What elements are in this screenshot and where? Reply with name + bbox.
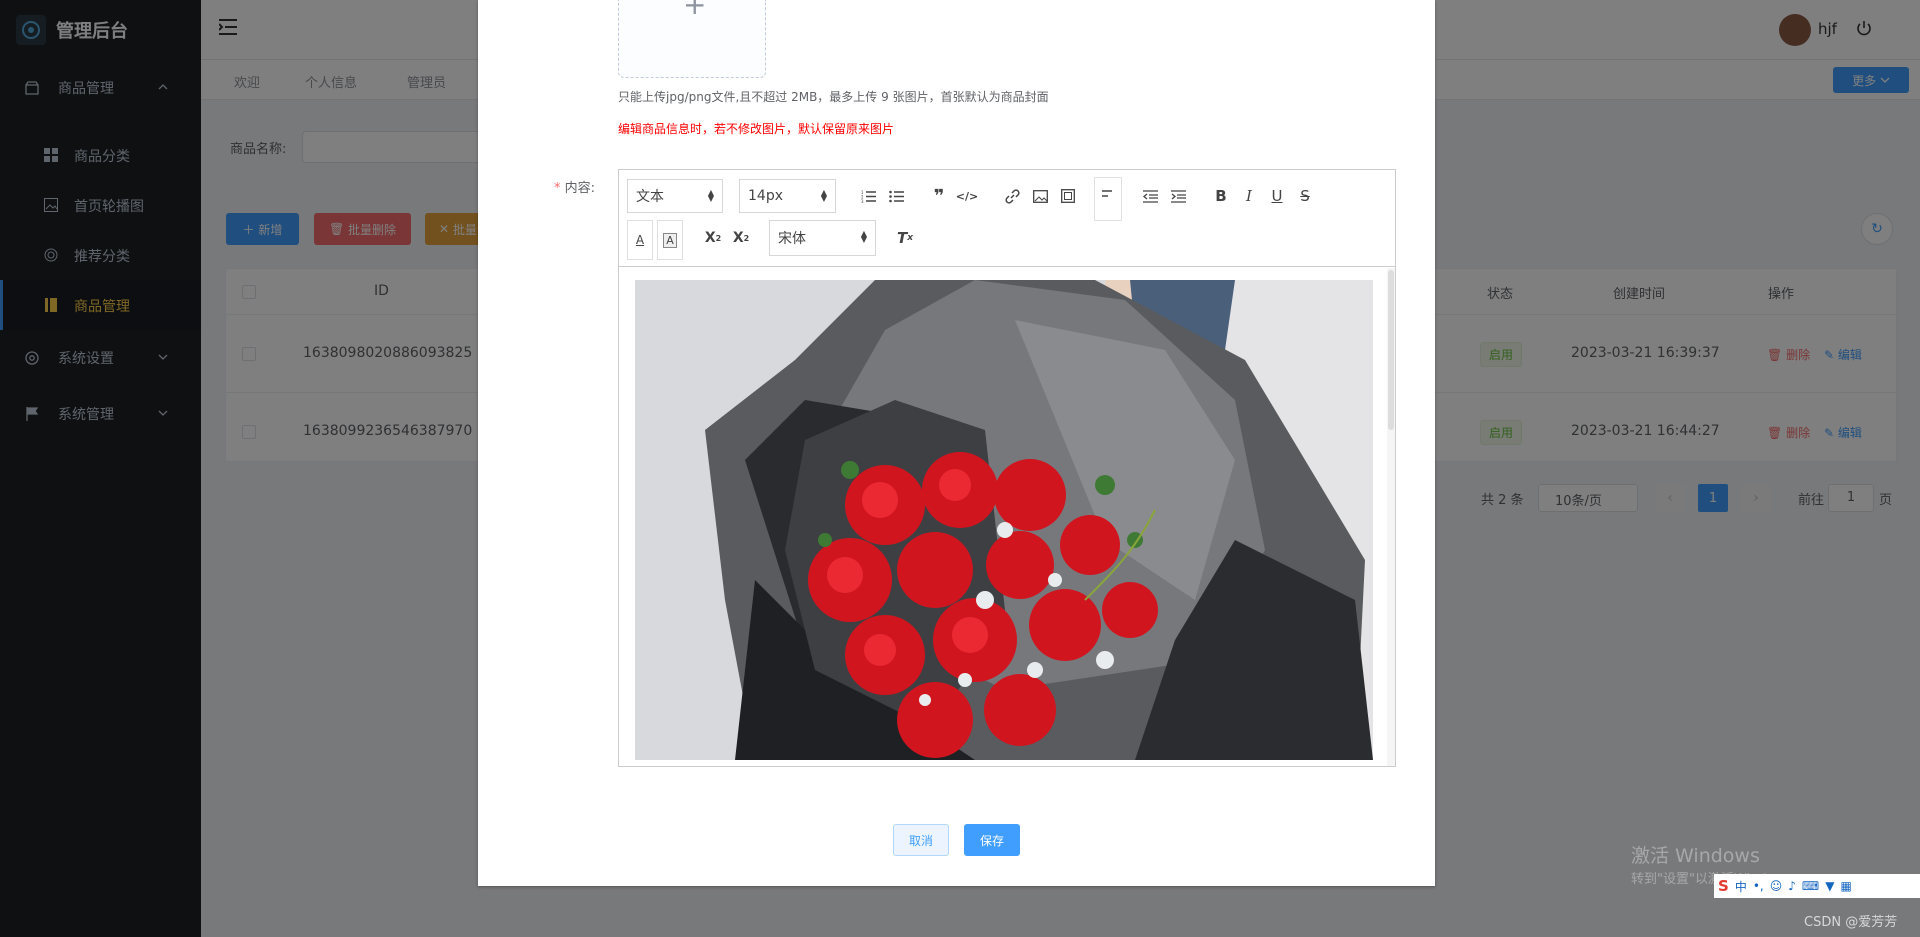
bullet-list-icon[interactable] (884, 184, 908, 208)
scrollbar-thumb[interactable] (1388, 270, 1394, 430)
mic-icon: ♪ (1788, 879, 1796, 893)
editor-scrollbar[interactable] (1387, 268, 1395, 766)
content-label-text: 内容: (564, 181, 596, 196)
windows-activation-title: 激活 Windows (1631, 845, 1760, 867)
outdent-icon[interactable] (1138, 184, 1162, 208)
required-mark: * (554, 181, 561, 196)
subscript-icon[interactable]: X2 (701, 226, 725, 250)
image-upload-box[interactable]: + (618, 0, 766, 78)
font-size-select[interactable]: 14px ▲ ▼ (739, 179, 836, 213)
editor-content[interactable] (619, 268, 1395, 766)
indent-icon[interactable] (1166, 184, 1190, 208)
select-caret-icon: ▲ ▼ (820, 188, 827, 203)
block-format-value: 文本 (636, 189, 664, 205)
skin-icon: ▼ (1825, 879, 1835, 893)
bouquet-image (635, 280, 1373, 760)
bold-icon[interactable]: B (1209, 184, 1233, 208)
save-button[interactable]: 保存 (964, 824, 1020, 856)
plus-icon: + (683, 0, 707, 21)
keyboard-icon: ⌨ (1801, 879, 1820, 893)
font-color-icon[interactable]: A (627, 220, 653, 260)
rich-text-editor[interactable]: 文本 ▲ ▼ 14px ▲ ▼ 123 ❞ </> B I U S A A X2 X2 … (618, 169, 1396, 767)
align-left-icon[interactable] (1094, 177, 1122, 221)
background-color-icon[interactable]: A (657, 220, 683, 260)
ime-toolbar[interactable]: S 中 •, ☺ ♪ ⌨ ▼ ▦ (1714, 874, 1920, 898)
code-icon[interactable]: </> (955, 184, 979, 208)
ime-mode-icon: 中 (1734, 879, 1747, 894)
cancel-button[interactable]: 取消 (893, 824, 949, 856)
content-label: * 内容: (554, 177, 595, 196)
emoji-icon: ☺ (1769, 879, 1783, 893)
svg-text:3: 3 (861, 199, 864, 203)
ordered-list-icon[interactable]: 123 (856, 184, 880, 208)
block-format-select[interactable]: 文本 ▲ ▼ (627, 179, 723, 213)
superscript-icon[interactable]: X2 (729, 226, 753, 250)
font-family-value: 宋体 (778, 231, 806, 247)
image-icon[interactable] (1028, 184, 1052, 208)
upload-hint: 只能上传jpg/png文件,且不超过 2MB，最多上传 9 张图片，首张默认为商… (618, 90, 1049, 104)
link-icon[interactable] (1000, 184, 1024, 208)
select-caret-icon: ▲ ▼ (707, 188, 714, 203)
toolbox-icon: ▦ (1840, 879, 1852, 893)
clear-format-icon[interactable]: Tx (893, 226, 917, 250)
font-size-value: 14px (748, 188, 783, 204)
font-family-select[interactable]: 宋体 ▲ ▼ (769, 220, 876, 256)
edit-dialog: + 只能上传jpg/png文件,且不超过 2MB，最多上传 9 张图片，首张默认… (478, 0, 1435, 886)
edit-hint: 编辑商品信息时，若不修改图片，默认保留原来图片 (618, 122, 895, 136)
video-icon[interactable] (1056, 184, 1080, 208)
csdn-watermark: CSDN @爱芳芳 (1804, 915, 1898, 930)
sogou-icon: S (1718, 877, 1729, 895)
blockquote-icon[interactable]: ❞ (927, 184, 951, 208)
underline-icon[interactable]: U (1265, 184, 1289, 208)
punctuation-icon: •, (1752, 879, 1764, 893)
modal-mask-sidebar (0, 0, 201, 937)
italic-icon[interactable]: I (1237, 184, 1261, 208)
select-caret-icon: ▲ ▼ (860, 229, 867, 244)
strikethrough-icon[interactable]: S (1293, 184, 1317, 208)
editor-toolbar: 文本 ▲ ▼ 14px ▲ ▼ 123 ❞ </> B I U S A A X2 X2 … (619, 170, 1395, 267)
